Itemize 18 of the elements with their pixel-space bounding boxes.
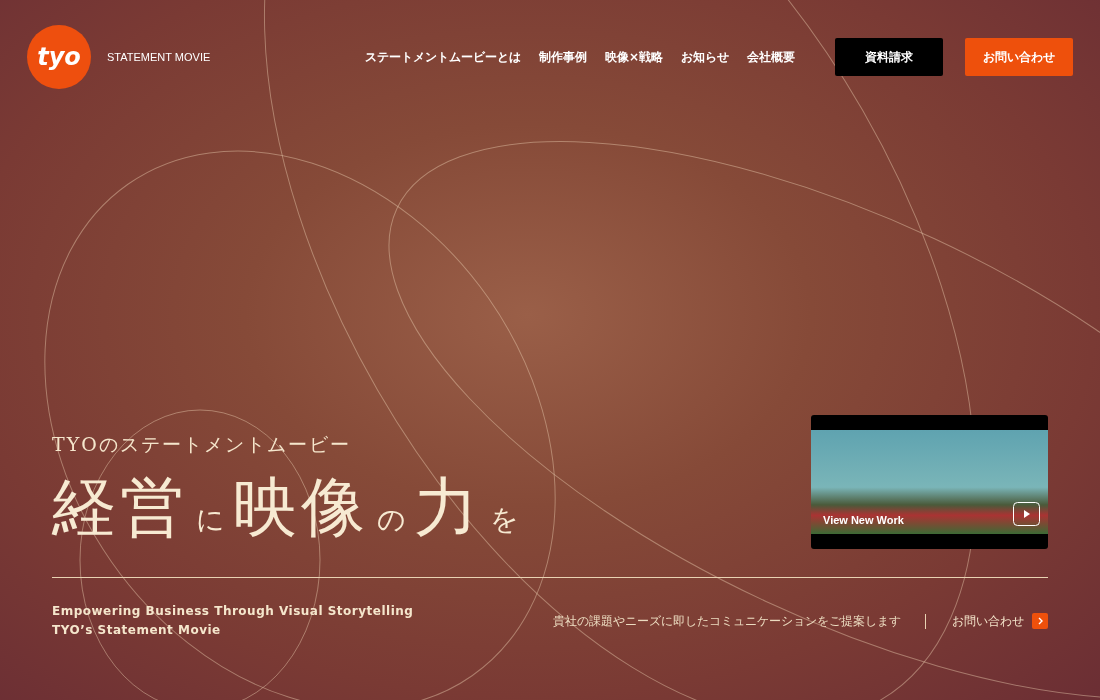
request-docs-button[interactable]: 資料請求 <box>835 38 943 76</box>
video-card[interactable]: View New Work <box>811 415 1048 549</box>
contact-button[interactable]: お問い合わせ <box>965 38 1073 76</box>
lead-text: 貴社の課題やニーズに即したコミュニケーションをご提案します <box>553 613 926 629</box>
tagline: STATEMENT MOVIE <box>107 51 211 63</box>
nav-link[interactable]: 会社概要 <box>747 48 795 66</box>
english-tagline: Empowering Business Through Visual Storytelling TYO’s Statement Movie <box>52 603 414 639</box>
chevron-icon[interactable] <box>1032 613 1048 629</box>
nav-link[interactable]: お知らせ <box>681 48 729 66</box>
contact-link[interactable]: お問い合わせ <box>952 612 1024 630</box>
nav-link[interactable]: 制作事例 <box>538 48 587 66</box>
play-icon[interactable] <box>1013 502 1040 526</box>
video-label: View New Work <box>823 514 904 526</box>
kicker: TYOのステートメントムービー <box>52 432 352 457</box>
nav-link[interactable]: ステートメントムービーとは <box>364 48 521 66</box>
headline: 経営 に 映像 の 力 を <box>52 469 520 546</box>
logo[interactable]: tyo <box>27 25 91 89</box>
nav-link[interactable]: 映像×戦略 <box>604 48 663 66</box>
